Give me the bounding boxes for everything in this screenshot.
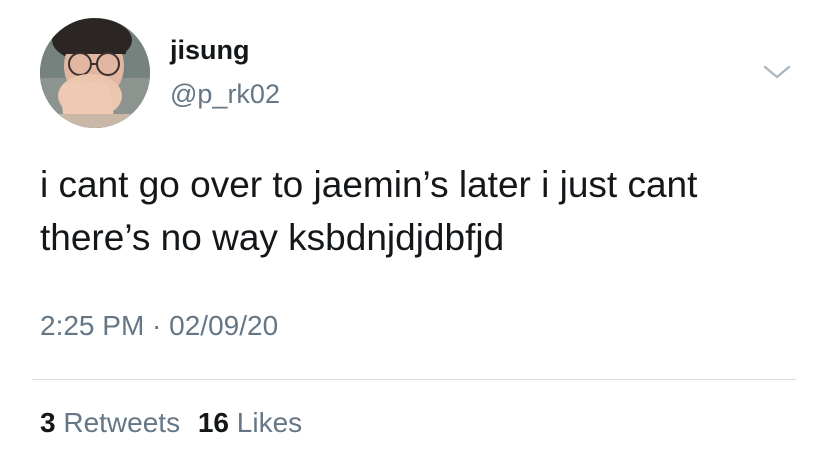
retweets-label: Retweets (63, 407, 181, 438)
likes-label: Likes (236, 407, 303, 438)
divider (32, 379, 796, 380)
timestamp[interactable]: 2:25 PM · 02/09/20 (40, 309, 278, 343)
tweet-text: i cant go over to jaemin’s later i just … (40, 158, 800, 264)
tweet-text-line: there’s no way ksbdnjdjdbfjd (40, 217, 505, 258)
tweet-card: jisung @p_rk02 i cant go over to jaemin’… (0, 0, 827, 463)
retweets-stat[interactable]: 3 Retweets (40, 406, 180, 440)
likes-count: 16 (197, 407, 230, 438)
tweet-stats: 3 Retweets 16 Likes (40, 406, 312, 440)
user-handle[interactable]: @p_rk02 (170, 78, 280, 110)
avatar[interactable] (40, 18, 150, 128)
chevron-down-icon[interactable] (762, 62, 792, 82)
avatar-photo (40, 18, 150, 128)
display-name[interactable]: jisung (170, 34, 250, 66)
tweet-text-line: i cant go over to jaemin’s later i just … (40, 164, 698, 205)
retweets-count: 3 (40, 407, 56, 438)
likes-stat[interactable]: 16 Likes (198, 406, 302, 440)
